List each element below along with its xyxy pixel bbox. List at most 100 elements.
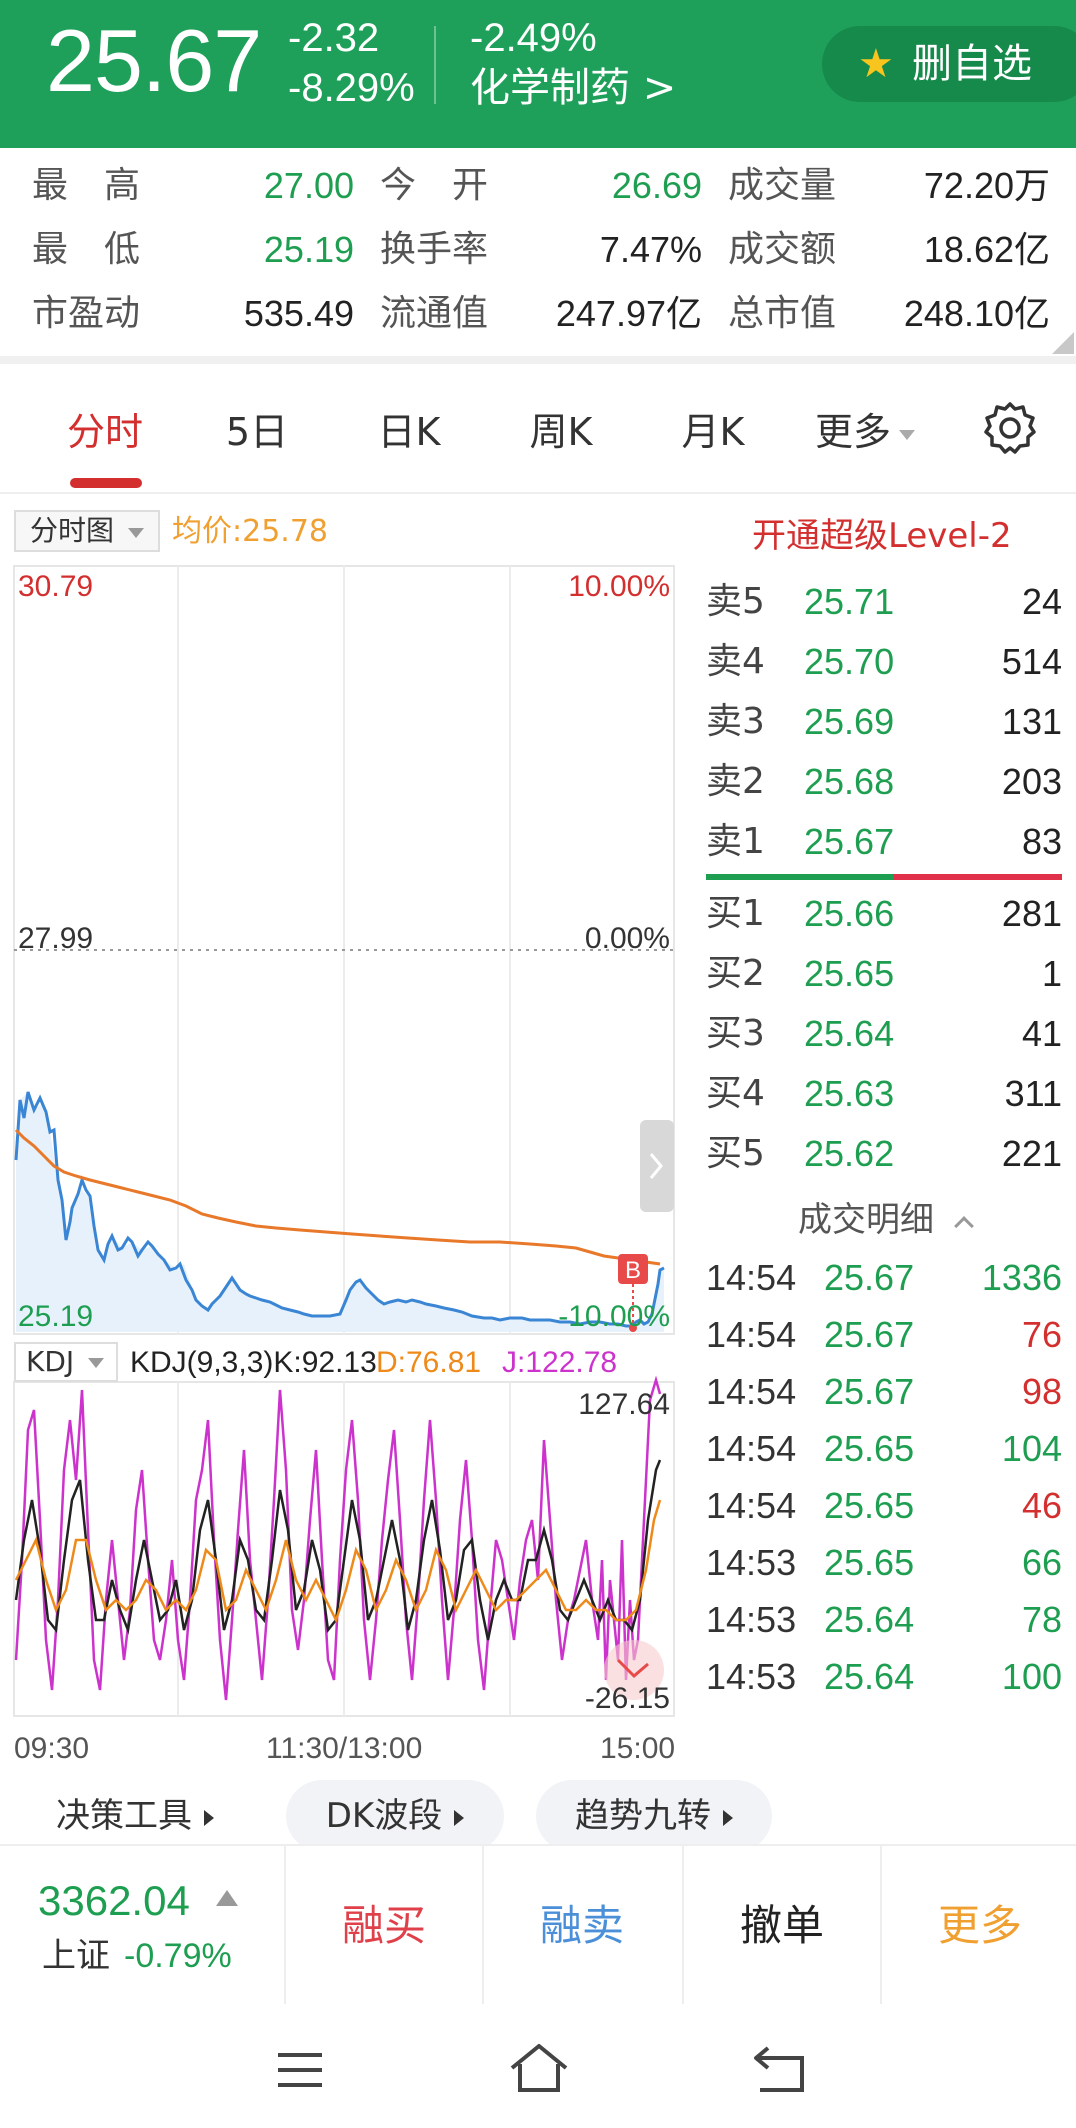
trade-row[interactable]: 14:54 25.67 76 — [706, 1307, 1062, 1363]
gear-icon[interactable] — [982, 400, 1038, 456]
trade-volume: 1336 — [981, 1257, 1062, 1298]
star-icon: ★ — [858, 41, 894, 87]
remove-watchlist-label: 删自选 — [912, 41, 1032, 87]
stat-label-amount: 成交额 — [728, 229, 837, 270]
margin-buy-button[interactable]: 融买 — [286, 1900, 482, 1952]
order-book-row[interactable]: 卖4 25.70 514 — [706, 632, 1062, 692]
order-price: 25.70 — [804, 641, 895, 682]
trade-row[interactable]: 14:54 25.65 104 — [706, 1421, 1062, 1477]
decision-tools-label: 决策工具 — [56, 1796, 192, 1836]
intraday-chart[interactable]: B — [0, 560, 680, 1760]
kdj-k-value: KDJ(9,3,3)K:92.13 — [130, 1346, 377, 1379]
order-book-row[interactable]: 买4 25.63 311 — [706, 1064, 1062, 1124]
order-book-row[interactable]: 卖1 25.67 83 — [706, 812, 1062, 872]
price-axis-mid: 27.99 — [18, 922, 94, 955]
menu-icon[interactable] — [276, 2050, 324, 2090]
trade-row[interactable]: 14:54 25.65 46 — [706, 1478, 1062, 1534]
price-axis-top: 30.79 — [18, 570, 94, 603]
stat-value-amount: 18.62亿 — [923, 229, 1050, 270]
trade-row[interactable]: 14:54 25.67 1336 — [706, 1250, 1062, 1306]
kdj-j-value: J:122.78 — [502, 1346, 618, 1379]
order-book-row[interactable]: 买5 25.62 221 — [706, 1124, 1062, 1184]
stat-value-total-cap: 248.10亿 — [903, 293, 1050, 334]
trade-details-toggle[interactable]: 成交明细 — [798, 1198, 974, 1242]
remove-watchlist-button[interactable]: ★ 删自选 — [822, 26, 1076, 102]
order-price: 25.66 — [804, 893, 895, 934]
trade-volume: 66 — [1021, 1542, 1062, 1583]
order-book-row[interactable]: 卖5 25.71 24 — [706, 572, 1062, 632]
order-volume: 281 — [1001, 893, 1062, 934]
more-actions-button[interactable]: 更多 — [882, 1900, 1076, 1952]
trade-row[interactable]: 14:53 25.64 100 — [706, 1649, 1062, 1705]
order-level-label: 买3 — [706, 1013, 765, 1054]
order-level-label: 买4 — [706, 1073, 765, 1114]
caret-right-icon — [454, 1809, 465, 1826]
order-book-row[interactable]: 买1 25.66 281 — [706, 884, 1062, 944]
order-price: 25.68 — [804, 761, 895, 802]
back-icon[interactable] — [752, 2044, 806, 2094]
chart-type-select[interactable]: 分时图 — [14, 510, 160, 552]
order-price: 25.65 — [804, 953, 895, 994]
time-axis-mid: 11:30/13:00 — [266, 1732, 423, 1765]
trade-price: 25.67 — [824, 1257, 915, 1298]
stat-value-open: 26.69 — [611, 165, 702, 206]
trade-time: 14:54 — [706, 1257, 797, 1298]
bid-strength-bar — [706, 874, 894, 880]
decision-tools-button[interactable]: 决策工具 — [30, 1780, 240, 1852]
indicator-select-label: KDJ — [26, 1345, 75, 1378]
tab-monthly-k[interactable]: 月K — [638, 410, 788, 454]
cancel-order-button[interactable]: 撤单 — [684, 1900, 880, 1952]
tab-more[interactable]: 更多 — [790, 410, 940, 454]
sector-link[interactable]: 化学制药 > — [470, 66, 676, 110]
stat-label-turnover: 换手率 — [380, 229, 489, 270]
dk-band-button[interactable]: DK波段 — [286, 1780, 504, 1852]
order-level-label: 卖5 — [706, 581, 765, 622]
trend-nine-button[interactable]: 趋势九转 — [536, 1780, 772, 1852]
order-book-row[interactable]: 卖3 25.69 131 — [706, 692, 1062, 752]
tab-intraday[interactable]: 分时 — [30, 410, 180, 454]
order-volume: 41 — [1021, 1013, 1062, 1054]
margin-sell-button[interactable]: 融卖 — [484, 1900, 680, 1952]
last-price: 25.67 — [46, 11, 262, 110]
price-change: -2.32 — [288, 16, 380, 60]
expand-corner-icon[interactable] — [1052, 332, 1074, 354]
tab-5day[interactable]: 5日 — [182, 410, 332, 454]
order-book-row[interactable]: 卖2 25.68 203 — [706, 752, 1062, 812]
trade-row[interactable]: 14:53 25.64 78 — [706, 1592, 1062, 1648]
trade-price: 25.64 — [824, 1599, 915, 1640]
price-change-pct: -8.29% — [288, 66, 415, 110]
level2-upgrade-link[interactable]: 开通超级Level-2 — [752, 514, 1012, 558]
order-volume: 1 — [1041, 953, 1062, 994]
order-level-label: 买2 — [706, 953, 765, 994]
order-price: 25.69 — [804, 701, 895, 742]
order-volume: 514 — [1001, 641, 1062, 682]
order-price: 25.67 — [804, 821, 895, 862]
time-axis-start: 09:30 — [14, 1732, 90, 1765]
trade-volume: 76 — [1021, 1314, 1062, 1355]
order-book-row[interactable]: 买2 25.65 1 — [706, 944, 1062, 1004]
index-value[interactable]: 3362.04 — [38, 1876, 190, 1926]
sector-change: -2.49% — [470, 16, 597, 60]
order-volume: 311 — [1004, 1073, 1062, 1114]
stat-label-pe: 市盈动 — [32, 293, 141, 334]
trade-time: 14:54 — [706, 1371, 797, 1412]
stat-value-pe: 535.49 — [243, 293, 354, 334]
tab-daily-k[interactable]: 日K — [334, 410, 484, 454]
trade-volume: 100 — [1001, 1656, 1062, 1697]
indicator-select[interactable]: KDJ — [14, 1342, 118, 1382]
index-change: -0.79% — [124, 1937, 232, 1975]
pct-axis-top: 10.00% — [568, 570, 670, 603]
order-level-label: 卖3 — [706, 701, 765, 742]
order-volume: 221 — [1001, 1133, 1062, 1174]
stat-label-float-cap: 流通值 — [380, 293, 489, 334]
home-icon[interactable] — [508, 2042, 570, 2094]
trade-row[interactable]: 14:54 25.67 98 — [706, 1364, 1062, 1420]
trade-volume: 98 — [1021, 1371, 1062, 1412]
trade-row[interactable]: 14:53 25.65 66 — [706, 1535, 1062, 1591]
tab-weekly-k[interactable]: 周K — [486, 410, 636, 454]
pct-axis-mid: 0.00% — [584, 922, 670, 955]
chevron-up-icon — [953, 1215, 974, 1236]
chart-type-label: 分时图 — [30, 514, 115, 547]
panel-toggle-handle[interactable] — [640, 1120, 674, 1212]
order-book-row[interactable]: 买3 25.64 41 — [706, 1004, 1062, 1064]
